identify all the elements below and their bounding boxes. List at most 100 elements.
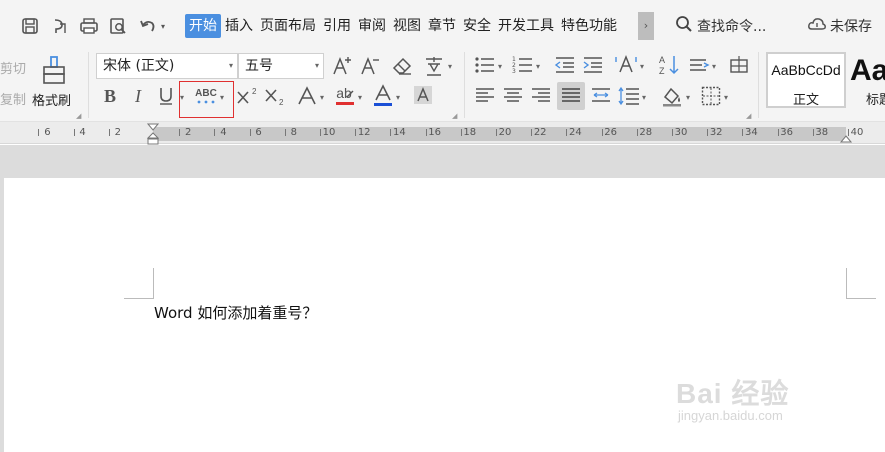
emphasis-highlight-box <box>179 81 234 118</box>
increase-font-size-icon[interactable] <box>330 54 354 78</box>
increase-indent-icon[interactable] <box>582 54 604 76</box>
tab-view[interactable]: 视图 <box>390 14 424 38</box>
format-painter-icon[interactable] <box>38 54 70 86</box>
bold-icon[interactable]: B <box>100 86 120 106</box>
font-size-select[interactable]: 五号 ▾ <box>238 53 324 79</box>
ruler-tick-label: 14 <box>393 127 406 138</box>
style-heading-label: 标题 <box>866 93 885 108</box>
ruler-tick-mark <box>496 129 497 136</box>
highlight-dropdown-icon[interactable]: ▾ <box>358 93 362 102</box>
print-icon[interactable] <box>79 14 99 38</box>
tab-special-features[interactable]: 特色功能 <box>558 14 620 38</box>
ruler-tick-mark <box>531 129 533 136</box>
undo-icon[interactable] <box>138 14 158 38</box>
line-spacing-menu-icon[interactable] <box>688 54 710 76</box>
ruler-tick-mark <box>707 129 709 136</box>
search-icon <box>675 15 693 37</box>
underline-icon[interactable] <box>156 86 176 106</box>
paragraph-dropdown-icon[interactable]: ▾ <box>712 62 716 71</box>
font-color-dropdown-icon[interactable]: ▾ <box>396 93 400 102</box>
style-normal-sample: AaBbCcDd <box>771 62 841 78</box>
font-name-value: 宋体 (正文) <box>103 58 175 74</box>
document-text[interactable]: Word 如何添加着重号？ <box>154 302 317 323</box>
text-direction-dropdown-icon[interactable]: ▾ <box>640 62 644 71</box>
tab-section[interactable]: 章节 <box>425 14 459 38</box>
ruler-tick-mark <box>214 129 216 136</box>
right-indent-marker-icon[interactable] <box>839 132 853 144</box>
font-name-select[interactable]: 宋体 (正文) ▾ <box>96 53 238 79</box>
phonetic-dropdown-icon[interactable]: ▾ <box>448 62 452 71</box>
style-heading-sample: Aa <box>850 54 885 87</box>
save-status-label: 未保存 <box>830 19 872 35</box>
borders-dropdown-icon[interactable]: ▾ <box>724 93 728 102</box>
numbering-dropdown-icon[interactable]: ▾ <box>536 62 540 71</box>
sort-icon[interactable]: AZ <box>658 54 680 76</box>
ruler-tick-label: 12 <box>357 127 371 138</box>
font-color-icon[interactable] <box>372 84 394 108</box>
ruler-tick-label: 36 <box>780 127 793 138</box>
undo-dropdown-icon[interactable]: ▾ <box>161 14 165 38</box>
ruler-tick-label: 32 <box>709 127 723 138</box>
clear-formatting-icon[interactable] <box>390 54 414 78</box>
style-heading[interactable]: Aa 标题 <box>850 52 885 108</box>
ruler-tick-mark <box>249 129 251 136</box>
ruler-tick-label: 22 <box>533 127 547 138</box>
svg-text:ab: ab <box>336 85 352 101</box>
more-tabs-button[interactable]: › <box>638 12 654 40</box>
shading-dropdown-icon[interactable]: ▾ <box>686 93 690 102</box>
bullet-dropdown-icon[interactable]: ▾ <box>498 62 502 71</box>
indent-marker-icon[interactable] <box>146 123 160 145</box>
justify-icon[interactable] <box>560 85 582 107</box>
text-effects-dropdown-icon[interactable]: ▾ <box>320 93 324 102</box>
distributed-align-icon[interactable] <box>590 85 612 107</box>
align-center-icon[interactable] <box>502 85 524 107</box>
numbered-list-icon[interactable]: 123 <box>512 54 534 76</box>
text-effects-icon[interactable] <box>296 86 318 106</box>
decrease-indent-icon[interactable] <box>554 54 576 76</box>
align-right-icon[interactable] <box>530 85 552 107</box>
ruler-tick-mark <box>73 129 75 136</box>
bullet-list-icon[interactable] <box>474 54 496 76</box>
tab-developer[interactable]: 开发工具 <box>495 14 557 38</box>
decrease-font-size-icon[interactable] <box>358 54 382 78</box>
ruler-tick-mark <box>460 129 462 136</box>
character-shading-icon[interactable] <box>412 84 434 106</box>
tab-references[interactable]: 引用 <box>320 14 354 38</box>
cloud-save-status[interactable]: 未保存 <box>807 14 872 38</box>
align-left-icon[interactable] <box>474 85 496 107</box>
shading-fill-icon[interactable] <box>660 84 684 108</box>
subscript-icon[interactable]: 2 <box>264 86 286 106</box>
ruler-tick-label: 16 <box>428 127 441 138</box>
svg-text:2: 2 <box>252 87 257 96</box>
tab-insert[interactable]: 插入 <box>222 14 256 38</box>
italic-icon[interactable]: I <box>128 86 148 106</box>
ruler-tick-label: 38 <box>815 127 829 138</box>
output-pdf-icon[interactable] <box>50 14 70 38</box>
dialog-launcher-icon[interactable]: ◢ <box>746 112 751 120</box>
command-search[interactable]: 查找命令... <box>675 14 766 38</box>
print-preview-icon[interactable] <box>108 14 128 38</box>
dialog-launcher-icon[interactable]: ◢ <box>452 112 457 120</box>
tab-home[interactable]: 开始 <box>185 14 221 38</box>
ruler-tick-label: 2 <box>114 127 121 138</box>
copy-button[interactable]: 复制 <box>0 89 26 108</box>
tab-review[interactable]: 审阅 <box>355 14 389 38</box>
borders-icon[interactable] <box>700 85 722 107</box>
style-normal[interactable]: AaBbCcDd 正文 <box>766 52 846 108</box>
cut-button[interactable]: 剪切 <box>0 58 26 77</box>
superscript-icon[interactable]: 2 <box>236 86 258 106</box>
dialog-launcher-icon[interactable]: ◢ <box>76 112 81 120</box>
tab-page-layout[interactable]: 页面布局 <box>257 14 319 38</box>
save-icon[interactable] <box>20 14 40 38</box>
tab-security[interactable]: 安全 <box>460 14 494 38</box>
highlight-color-icon[interactable]: ab <box>334 85 356 107</box>
text-direction-icon[interactable] <box>614 54 638 76</box>
ruler-tick-label: 2 <box>185 127 192 138</box>
phonetic-guide-icon[interactable] <box>422 54 446 78</box>
divider <box>464 52 465 118</box>
ruler-tick-label: 6 <box>255 127 262 138</box>
line-spacing-icon[interactable] <box>618 85 640 107</box>
show-marks-icon[interactable] <box>728 54 750 76</box>
line-spacing-dropdown-icon[interactable]: ▾ <box>642 93 646 102</box>
format-painter-label[interactable]: 格式刷 <box>32 90 71 109</box>
